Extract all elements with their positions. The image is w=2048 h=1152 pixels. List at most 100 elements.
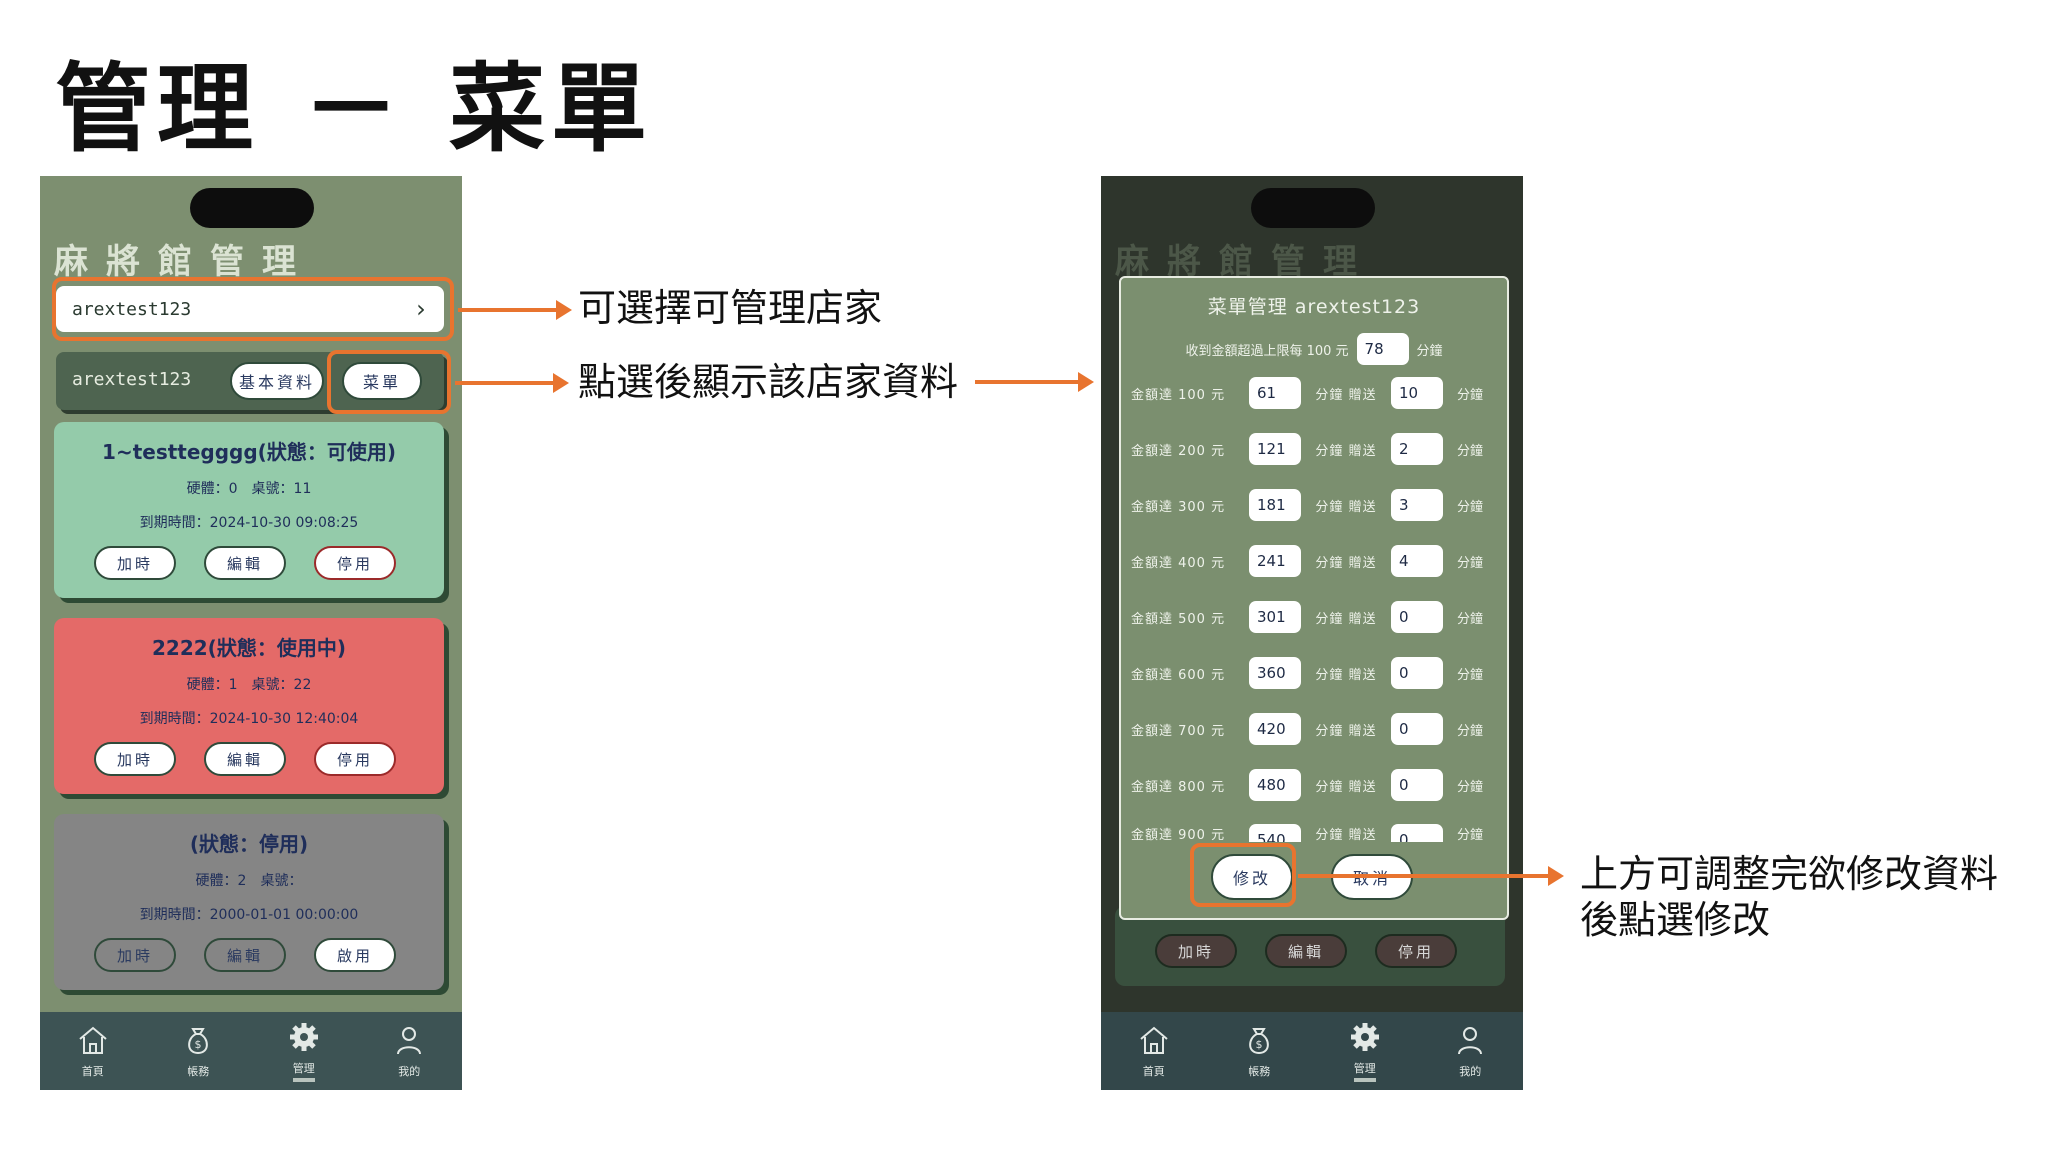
tab-manage-label: 管理: [1353, 1060, 1376, 1082]
overflow-rate-unit: 分鐘: [1416, 343, 1443, 359]
tier-bonus-unit: 分鐘: [1456, 499, 1483, 515]
phone-notch: [190, 188, 314, 228]
add-time-button[interactable]: 加時: [94, 938, 176, 972]
bottom-tab-bar: 首頁 $ 帳務 管理 我的: [40, 1012, 462, 1090]
tier-minutes-input[interactable]: 420: [1249, 713, 1301, 745]
tab-account[interactable]: $ 帳務: [1207, 1012, 1313, 1090]
slide-title-right: 菜單: [449, 53, 653, 165]
tier-bonus-input[interactable]: 2: [1391, 433, 1443, 465]
tab-account-label: 帳務: [187, 1065, 210, 1078]
tab-manage[interactable]: 管理: [251, 1012, 357, 1090]
tab-mine[interactable]: 我的: [357, 1012, 463, 1090]
user-icon: [1458, 1027, 1483, 1055]
price-tier-row-partial: 金額達 900 元 540 分鐘 贈送 0 分鐘: [1131, 824, 1507, 842]
note-adjust-line2: 後點選修改: [1580, 897, 1771, 942]
tier-bonus-unit: 分鐘: [1456, 555, 1483, 571]
tier-minutes-unit: 分鐘 贈送: [1315, 828, 1377, 842]
money-bag-icon: $: [1249, 1028, 1270, 1055]
add-time-button-dimmed: 加時: [1155, 934, 1237, 968]
tier-bonus-unit: 分鐘: [1456, 723, 1483, 739]
tier-amount-label: 金額達 800 元: [1131, 779, 1226, 795]
table-card-title: (狀態：停用): [189, 832, 309, 856]
table-card-hardware: 硬體：2 桌號：: [195, 873, 303, 889]
arrow-save-button: [1298, 866, 1564, 886]
tab-home[interactable]: 首頁: [40, 1012, 146, 1090]
overflow-rate-label: 收到金額超過上限每 100 元: [1185, 343, 1349, 359]
tier-bonus-input[interactable]: 0: [1391, 824, 1443, 842]
user-icon: [397, 1027, 422, 1055]
edit-button[interactable]: 編輯: [204, 546, 286, 580]
tier-minutes-input[interactable]: 360: [1249, 657, 1301, 689]
price-tier-row: 金額達 600 元 360 分鐘 贈送 0 分鐘: [1131, 656, 1507, 690]
price-tier-row: 金額達 100 元 61 分鐘 贈送 10 分鐘: [1131, 376, 1507, 410]
tier-minutes-unit: 分鐘 贈送: [1315, 387, 1377, 403]
tier-amount-label: 金額達 300 元: [1131, 499, 1226, 515]
tier-minutes-input[interactable]: 121: [1249, 433, 1301, 465]
disable-button[interactable]: 停用: [314, 742, 396, 776]
gear-icon: [289, 1023, 318, 1051]
overflow-rate-input[interactable]: 78: [1356, 333, 1409, 365]
tier-minutes-input[interactable]: 480: [1249, 769, 1301, 801]
table-card-hardware: 硬體：1 桌號：22: [186, 677, 312, 693]
tier-minutes-input[interactable]: 241: [1249, 545, 1301, 577]
tab-manage[interactable]: 管理: [1312, 1012, 1418, 1090]
tier-bonus-input[interactable]: 10: [1391, 377, 1443, 409]
tier-bonus-unit: 分鐘: [1456, 667, 1483, 683]
note-click-show: 點選後顯示該店家資料: [578, 360, 959, 404]
tab-mine-label: 我的: [1459, 1065, 1482, 1078]
tab-account-label: 帳務: [1248, 1065, 1271, 1078]
home-icon: [1140, 1026, 1168, 1054]
edit-button[interactable]: 編輯: [204, 938, 286, 972]
tier-minutes-input[interactable]: 181: [1249, 489, 1301, 521]
basic-info-button[interactable]: 基本資料: [230, 362, 324, 400]
tab-home[interactable]: 首頁: [1101, 1012, 1207, 1090]
svg-text:$: $: [1256, 1038, 1263, 1051]
home-icon: [79, 1026, 107, 1054]
arrow-menu-button: [455, 373, 569, 393]
slide-title-left: 管理: [55, 53, 259, 165]
tier-minutes-input[interactable]: 540: [1249, 824, 1301, 842]
note-adjust: 上方可調整完欲修改資料 後點選修改: [1580, 852, 1998, 943]
tab-account[interactable]: $ 帳務: [146, 1012, 252, 1090]
price-tier-row: 金額達 500 元 301 分鐘 贈送 0 分鐘: [1131, 600, 1507, 634]
tab-mine-label: 我的: [398, 1065, 421, 1078]
overflow-rate-row: 收到金額超過上限每 100 元 78 分鐘: [1121, 332, 1507, 366]
tier-amount-label: 金額達 900 元: [1131, 828, 1226, 842]
tier-minutes-unit: 分鐘 贈送: [1315, 667, 1377, 683]
table-card-expire: 到期時間：2024-10-30 12:40:04: [139, 711, 359, 727]
edit-button[interactable]: 編輯: [204, 742, 286, 776]
tier-bonus-input[interactable]: 0: [1391, 769, 1443, 801]
tier-amount-label: 金額達 100 元: [1131, 387, 1226, 403]
table-card-title: 1~testtegggg(狀態：可使用): [102, 440, 396, 464]
tier-minutes-input[interactable]: 61: [1249, 377, 1301, 409]
tab-mine[interactable]: 我的: [1418, 1012, 1524, 1090]
tier-minutes-input[interactable]: 301: [1249, 601, 1301, 633]
table-card: (狀態：停用) 硬體：2 桌號： 到期時間：2000-01-01 00:00:0…: [54, 814, 444, 990]
disable-button[interactable]: 停用: [314, 546, 396, 580]
tier-amount-label: 金額達 500 元: [1131, 611, 1226, 627]
tier-minutes-unit: 分鐘 贈送: [1315, 611, 1377, 627]
enable-button[interactable]: 啟用: [314, 938, 396, 972]
disable-button-dimmed: 停用: [1375, 934, 1457, 968]
highlight-menu-button: [327, 350, 451, 414]
tier-bonus-input[interactable]: 0: [1391, 601, 1443, 633]
gear-icon: [1350, 1023, 1379, 1051]
tier-bonus-input[interactable]: 3: [1391, 489, 1443, 521]
add-time-button[interactable]: 加時: [94, 742, 176, 776]
slide-title: 管理 － 菜單: [55, 52, 653, 167]
bottom-tab-bar: 首頁 $ 帳務 管理 我的: [1101, 1012, 1523, 1090]
arrow-store-selector: [458, 300, 572, 320]
tier-bonus-input[interactable]: 0: [1391, 657, 1443, 689]
add-time-button[interactable]: 加時: [94, 546, 176, 580]
tier-bonus-unit: 分鐘: [1456, 387, 1483, 403]
tier-bonus-input[interactable]: 0: [1391, 713, 1443, 745]
highlight-store-selector: [52, 277, 454, 341]
price-tier-row: 金額達 200 元 121 分鐘 贈送 2 分鐘: [1131, 432, 1507, 466]
tier-bonus-input[interactable]: 4: [1391, 545, 1443, 577]
money-bag-icon: $: [188, 1028, 209, 1055]
tier-minutes-unit: 分鐘 贈送: [1315, 779, 1377, 795]
table-card-expire: 到期時間：2024-10-30 09:08:25: [139, 515, 359, 531]
right-phone-screen: 麻將館管理 加時 編輯 停用 菜單管理 arextest123 收到金額超過上限…: [1101, 176, 1523, 1090]
tab-manage-label: 管理: [292, 1060, 315, 1082]
tier-minutes-unit: 分鐘 贈送: [1315, 499, 1377, 515]
